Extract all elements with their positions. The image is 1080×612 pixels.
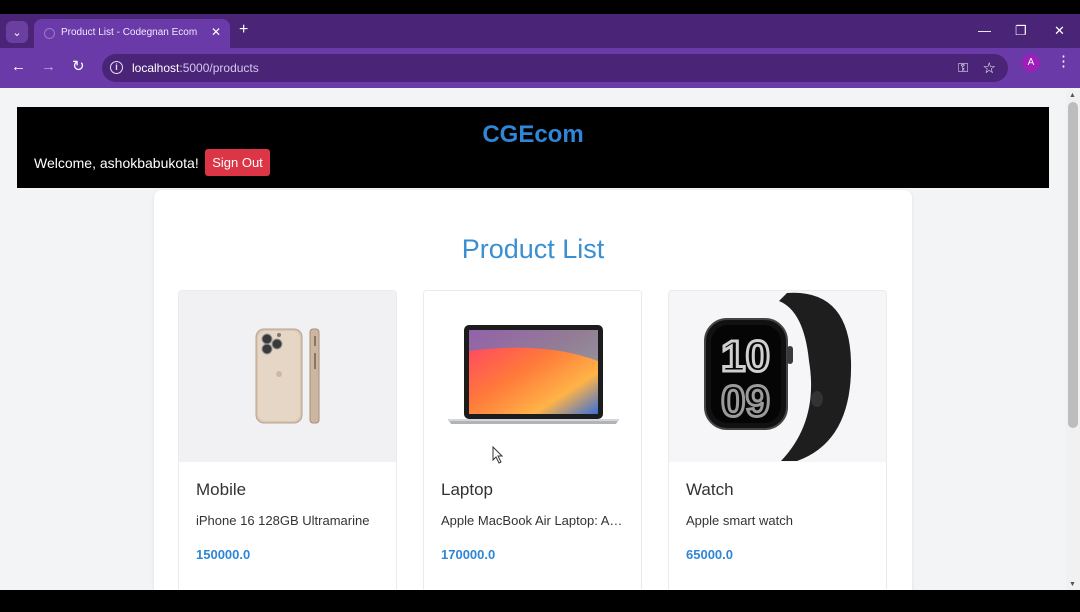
browser-menu-icon[interactable]: ⋮ [1056, 52, 1071, 70]
forward-icon[interactable]: → [41, 58, 56, 76]
tab-close-icon[interactable]: ✕ [211, 25, 221, 39]
product-description: Apple smart watch [686, 513, 793, 528]
site-header: CGEcom Welcome, ashokbabukota! Sign Out [17, 107, 1049, 188]
svg-text:09: 09 [721, 377, 770, 426]
tab-search-button[interactable]: ⌄ [6, 21, 28, 43]
iphone-image [179, 291, 396, 462]
new-tab-icon[interactable]: + [239, 21, 248, 39]
minimize-icon[interactable]: — [978, 23, 991, 38]
scroll-thumb[interactable] [1068, 102, 1078, 428]
welcome-text: Welcome, ashokbabukota! [34, 155, 199, 171]
sign-out-button[interactable]: Sign Out [205, 149, 270, 176]
product-description: Apple MacBook Air Laptop: Apple M1 chip [441, 513, 626, 528]
restore-icon[interactable]: ❐ [1015, 23, 1027, 39]
product-list-card: Product List Mobile iPhone 16 128GB Ultr… [154, 190, 912, 590]
brand-title[interactable]: CGEcom [17, 121, 1049, 149]
product-description: iPhone 16 128GB Ultramarine [196, 513, 370, 528]
product-card[interactable]: 10 09 Watch Apple smart watch 65000.0 [668, 290, 887, 590]
product-name: Watch [686, 480, 734, 499]
scroll-down-icon[interactable]: ▼ [1069, 581, 1076, 588]
mouse-cursor-icon [492, 446, 504, 464]
url-path: :5000/products [179, 61, 259, 75]
loading-favicon-icon [44, 28, 55, 39]
product-price: 65000.0 [686, 547, 733, 562]
active-tab[interactable]: Product List - Codegnan Ecom ✕ [34, 19, 230, 48]
page-viewport: CGEcom Welcome, ashokbabukota! Sign Out … [0, 90, 1066, 590]
page-scrollbar[interactable]: ▲ ▼ [1066, 90, 1080, 590]
page-title: Product List [461, 234, 605, 264]
product-name: Laptop [441, 480, 493, 499]
scroll-up-icon[interactable]: ▲ [1069, 92, 1076, 99]
password-key-icon[interactable]: ⚿ [958, 60, 968, 76]
address-bar[interactable]: i localhost:5000/products ⚿ ☆ [102, 54, 1008, 82]
product-price: 170000.0 [441, 547, 496, 562]
browser-window: ⌄ Product List - Codegnan Ecom ✕ + — ❐ ✕… [0, 14, 1080, 590]
macbook-image [424, 291, 641, 462]
profile-avatar[interactable]: A [1022, 54, 1040, 72]
tab-bar: ⌄ Product List - Codegnan Ecom ✕ + — ❐ ✕ [0, 14, 1080, 48]
bookmark-star-icon[interactable]: ☆ [983, 59, 996, 77]
url-text: localhost:5000/products [132, 61, 259, 75]
tab-title: Product List - Codegnan Ecom [61, 27, 198, 38]
close-window-icon[interactable]: ✕ [1054, 23, 1065, 39]
product-card[interactable]: Laptop Apple MacBook Air Laptop: Apple M… [423, 290, 642, 590]
browser-toolbar: ← → ↻ i localhost:5000/products ⚿ ☆ A ⋮ [0, 48, 1080, 88]
site-info-icon[interactable]: i [110, 61, 123, 74]
product-name: Mobile [196, 480, 247, 499]
apple-watch-image: 10 09 [669, 291, 886, 462]
svg-text:10: 10 [721, 332, 770, 381]
product-card[interactable]: Mobile iPhone 16 128GB Ultramarine 15000… [178, 290, 397, 590]
product-price: 150000.0 [196, 547, 251, 562]
url-host: localhost [132, 61, 180, 75]
reload-icon[interactable]: ↻ [72, 58, 85, 76]
back-icon[interactable]: ← [11, 58, 26, 76]
